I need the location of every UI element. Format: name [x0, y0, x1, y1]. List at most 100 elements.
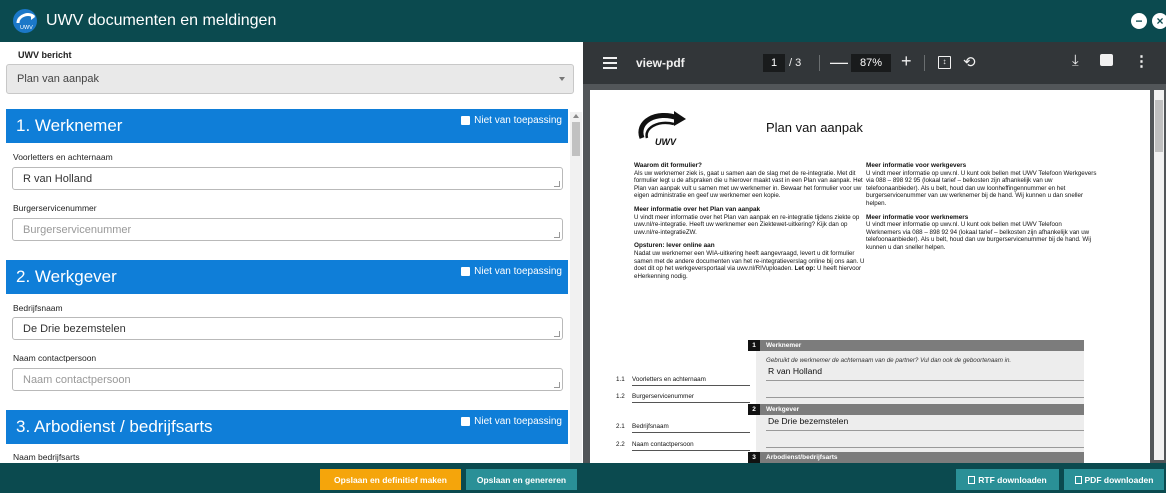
checkbox-label: Niet van toepassing: [474, 266, 562, 277]
pdf-paragraph: Als uw werknemer ziek is, gaat u samen a…: [634, 169, 863, 200]
pdf-row-label: 1.2 Burgerservicenummer: [616, 393, 694, 400]
employee-name-input[interactable]: R van Holland: [12, 167, 563, 190]
uwv-document-logo: UWV: [638, 111, 686, 147]
pdf-heading: Meer informatie voor werkgevers: [866, 162, 967, 169]
divider: [819, 55, 820, 71]
message-type-select[interactable]: Plan van aanpak: [6, 64, 574, 94]
field-label: Bedrijfsnaam: [13, 303, 63, 313]
pdf-row-label: 2.2 Naam contactpersoon: [616, 441, 694, 448]
page-number-input[interactable]: 1: [763, 54, 785, 72]
minimize-icon[interactable]: −: [1131, 13, 1147, 29]
pdf-section-bar: 2 Werkgever: [748, 404, 1084, 415]
document-icon: [1074, 475, 1082, 484]
pdf-field-value: R van Holland: [768, 366, 822, 376]
pdf-section-bar: 3 Arbodienst/bedrijfsarts: [748, 452, 1084, 463]
close-icon[interactable]: ×: [1152, 13, 1166, 29]
pdf-paragraph: U vindt meer informatie op uwv.nl. U kun…: [866, 169, 1097, 207]
resize-handle-icon[interactable]: [554, 331, 560, 337]
field-label: Voorletters en achternaam: [13, 152, 113, 162]
menu-icon[interactable]: [603, 57, 617, 72]
svg-text:UWV: UWV: [655, 137, 677, 147]
rtf-download-button[interactable]: RTF downloaden: [956, 469, 1059, 490]
input-placeholder: Burgerservicenummer: [23, 224, 132, 236]
section-werkgever-header: 2. Werkgever Niet van toepassing: [6, 260, 568, 294]
message-type-label: UWV bericht: [18, 50, 72, 60]
field-label: Burgerservicenummer: [13, 203, 97, 213]
not-applicable-checkbox[interactable]: Niet van toepassing: [461, 115, 562, 126]
input-value: R van Holland: [23, 173, 93, 185]
section-title: 3. Arbodienst / bedrijfsarts: [16, 417, 213, 436]
divider: [924, 55, 925, 71]
contact-person-input[interactable]: Naam contactpersoon: [12, 368, 563, 391]
scroll-thumb[interactable]: [572, 122, 580, 156]
checkbox-label: Niet van toepassing: [474, 416, 562, 427]
bsn-input[interactable]: Burgerservicenummer: [12, 218, 563, 241]
checkbox-icon: [461, 116, 471, 125]
pdf-hint: Gebruikt de werknemer de achternaam van …: [766, 357, 1012, 364]
field-label: Naam contactpersoon: [13, 353, 97, 363]
section-number: 1: [748, 340, 760, 351]
pdf-bold: Let op:: [794, 265, 816, 273]
rotate-icon[interactable]: ⟲: [963, 53, 976, 71]
section-name: Arbodienst/bedrijfsarts: [766, 454, 838, 461]
resize-handle-icon[interactable]: [554, 382, 560, 388]
pdf-heading: Meer informatie over het Plan van aanpak: [634, 205, 761, 213]
pdf-field-value: De Drie bezemstelen: [768, 416, 849, 426]
section-name: Werkgever: [766, 406, 800, 413]
pdf-page: UWV Plan van aanpak Waarom dit formulier…: [590, 90, 1150, 463]
save-generate-button[interactable]: Opslaan en genereren: [466, 469, 577, 490]
form-panel: UWV bericht Plan van aanpak 1. Werknemer…: [0, 42, 583, 463]
pdf-toolbar: view-pdf 1 / 3 — 87% + ↕ ⟲ ⤓ ⋮: [583, 42, 1166, 84]
input-placeholder: Naam contactpersoon: [23, 374, 131, 386]
message-type-value: Plan van aanpak: [17, 73, 99, 85]
print-icon[interactable]: [1100, 54, 1113, 66]
section-number: 3: [748, 452, 760, 463]
section-arbodienst-header: 3. Arbodienst / bedrijfsarts Niet van to…: [6, 410, 568, 444]
section-title: 2. Werkgever: [16, 267, 117, 286]
pdf-paragraph: U vindt meer informatie over het Plan va…: [634, 213, 860, 236]
pdf-row-line: [632, 450, 750, 451]
download-icon[interactable]: ⤓: [1072, 52, 1079, 69]
button-label: PDF downloaden: [1084, 474, 1154, 485]
pdf-heading: Meer informatie voor werknemers: [866, 213, 969, 221]
zoom-level-input[interactable]: 87%: [851, 54, 891, 72]
pdf-right-column: Meer informatie voor werkgevers U vindt m…: [866, 162, 1098, 258]
zoom-out-icon[interactable]: —: [830, 52, 848, 73]
app-title: UWV documenten en meldingen: [46, 12, 277, 29]
pdf-section-bar: 1 Werknemer: [748, 340, 1084, 351]
form-scrollbar[interactable]: [570, 112, 582, 463]
pdf-field-line: [766, 397, 1084, 398]
page-total: / 3: [789, 57, 802, 69]
pdf-paragraph: U vindt meer informatie op uwv.nl. U kun…: [866, 221, 1091, 251]
app-titlebar: UWV UWV documenten en meldingen − ×: [0, 0, 1166, 42]
pdf-scrollbar[interactable]: [1154, 90, 1164, 460]
chevron-down-icon: [559, 77, 565, 81]
company-name-input[interactable]: De Drie bezemstelen: [12, 317, 563, 340]
not-applicable-checkbox[interactable]: Niet van toepassing: [461, 266, 562, 277]
scroll-thumb[interactable]: [1155, 100, 1163, 152]
checkbox-icon: [461, 267, 471, 276]
resize-handle-icon[interactable]: [554, 181, 560, 187]
pdf-download-button[interactable]: PDF downloaden: [1064, 469, 1164, 490]
pdf-row-label: 2.1 Bedrijfsnaam: [616, 423, 669, 430]
section-name: Werknemer: [766, 342, 802, 349]
section-title: 1. Werknemer: [16, 116, 123, 135]
input-value: De Drie bezemstelen: [23, 323, 126, 335]
pdf-heading: Opsturen: lever online aan: [634, 242, 715, 250]
resize-handle-icon[interactable]: [554, 232, 560, 238]
field-label: Naam bedrijfsarts: [13, 452, 80, 462]
save-finalize-button[interactable]: Opslaan en definitief maken: [320, 469, 461, 490]
pdf-row-line: [632, 385, 750, 386]
pdf-file-name: view-pdf: [636, 56, 685, 70]
scroll-up-icon[interactable]: [573, 114, 579, 118]
pdf-left-column: Waarom dit formulier? Als uw werknemer zi…: [634, 162, 866, 286]
pdf-row-line: [632, 432, 750, 433]
button-label: RTF downloaden: [978, 474, 1047, 485]
zoom-in-icon[interactable]: +: [901, 51, 912, 72]
fit-page-icon[interactable]: ↕: [938, 56, 951, 69]
pdf-viewer: view-pdf 1 / 3 — 87% + ↕ ⟲ ⤓ ⋮ UWV Plan …: [583, 42, 1166, 463]
more-icon[interactable]: ⋮: [1134, 52, 1149, 70]
pdf-heading: Waarom dit formulier?: [634, 162, 702, 169]
not-applicable-checkbox[interactable]: Niet van toepassing: [461, 416, 562, 427]
pdf-row-line: [632, 402, 750, 403]
